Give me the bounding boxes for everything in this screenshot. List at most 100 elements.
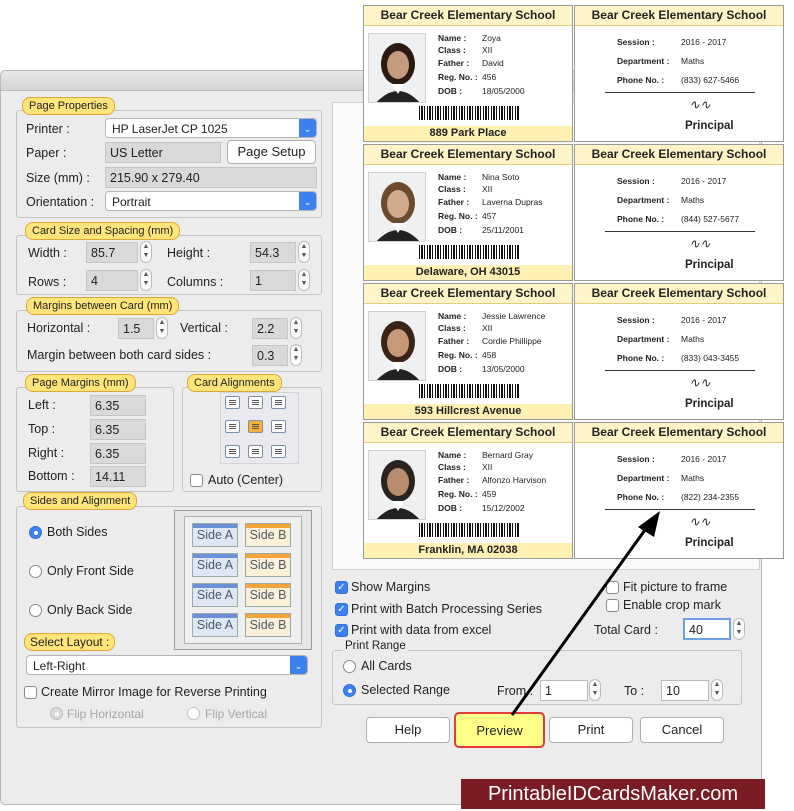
card-field-label: Phone No. : xyxy=(617,75,665,85)
card-alignments-title: Card Alignments xyxy=(187,374,282,392)
top-margin-field[interactable]: 6.35 xyxy=(90,419,146,440)
layout-select[interactable]: Left-Right ⌄ xyxy=(26,655,308,675)
card-field-value: Laverna Dupras xyxy=(482,197,543,207)
side-a-block: Side A xyxy=(192,613,238,637)
right-margin-label: Right : xyxy=(28,446,65,460)
bottom-margin-field[interactable]: 14.11 xyxy=(90,466,146,487)
both-sides-margin-stepper[interactable]: ▲ ▼ xyxy=(290,344,302,366)
vertical-label: Vertical : xyxy=(180,321,228,335)
card-field-value: XII xyxy=(482,45,493,55)
principal-label: Principal xyxy=(685,398,734,410)
id-card-back: Bear Creek Elementary School Session : 201… xyxy=(574,144,784,281)
card-field-value: 13/05/2000 xyxy=(482,364,525,374)
divider-line xyxy=(605,370,755,371)
student-photo-svg xyxy=(369,34,425,102)
mirror-image-checkbox[interactable] xyxy=(24,686,37,699)
divider-line xyxy=(605,92,755,93)
card-field-label: Phone No. : xyxy=(617,353,665,363)
card-school-name: Bear Creek Elementary School xyxy=(364,6,572,26)
page-margins-title: Page Margins (mm) xyxy=(25,374,136,392)
auto-center-checkbox[interactable] xyxy=(190,474,203,487)
card-address: Delaware, OH 43015 xyxy=(364,265,572,280)
card-field-value: (822) 234-2355 xyxy=(681,492,740,502)
paper-field: US Letter xyxy=(105,142,221,163)
align-top-center-icon[interactable] xyxy=(248,396,263,409)
card-field-label: Reg. No. : xyxy=(438,489,478,499)
card-school-name: Bear Creek Elementary School xyxy=(364,284,572,304)
card-field-label: Session : xyxy=(617,37,655,47)
card-school-name: Bear Creek Elementary School xyxy=(364,423,572,443)
help-button[interactable]: Help xyxy=(366,717,450,743)
all-cards-label: All Cards xyxy=(361,659,412,673)
card-field-value: XII xyxy=(482,462,493,472)
card-address: 593 Hillcrest Avenue xyxy=(364,404,572,419)
card-field-value: 18/05/2000 xyxy=(482,86,525,96)
width-label: Width : xyxy=(28,246,67,260)
rows-field[interactable]: 4 xyxy=(86,270,138,291)
horizontal-stepper[interactable]: ▲ ▼ xyxy=(156,317,168,339)
align-bottom-right-icon[interactable] xyxy=(271,445,286,458)
side-b-block: Side B xyxy=(245,523,291,547)
total-card-field[interactable]: 40 xyxy=(683,618,731,640)
front-side-radio[interactable] xyxy=(29,565,42,578)
batch-series-checkbox[interactable]: ✓ xyxy=(335,603,348,616)
width-field[interactable]: 85.7 xyxy=(86,242,138,263)
card-field-value: David xyxy=(482,58,504,68)
card-field-value: XII xyxy=(482,323,493,333)
card-field-label: Phone No. : xyxy=(617,492,665,502)
align-bottom-center-icon[interactable] xyxy=(248,445,263,458)
align-middle-right-icon[interactable] xyxy=(271,420,286,433)
bottom-margin-label: Bottom : xyxy=(28,469,75,483)
align-top-right-icon[interactable] xyxy=(271,396,286,409)
chevron-down-icon: ⌄ xyxy=(290,656,307,674)
back-side-radio[interactable] xyxy=(29,604,42,617)
align-bottom-left-icon[interactable] xyxy=(225,445,240,458)
total-card-stepper[interactable]: ▲ ▼ xyxy=(733,618,745,640)
barcode xyxy=(419,384,519,398)
back-side-label: Only Back Side xyxy=(47,603,133,617)
left-margin-label: Left : xyxy=(28,398,56,412)
card-field-label: Name : xyxy=(438,33,467,43)
data-excel-checkbox[interactable]: ✓ xyxy=(335,624,348,637)
height-stepper[interactable]: ▲ ▼ xyxy=(298,241,310,263)
orientation-label: Orientation : xyxy=(26,195,95,209)
front-side-label: Only Front Side xyxy=(47,564,134,578)
left-margin-field[interactable]: 6.35 xyxy=(90,395,146,416)
orientation-select[interactable]: Portrait ⌄ xyxy=(105,191,317,211)
card-field-value: 459 xyxy=(482,489,497,499)
to-stepper[interactable]: ▲ ▼ xyxy=(711,679,723,701)
align-top-left-icon[interactable] xyxy=(225,396,240,409)
columns-field[interactable]: 1 xyxy=(250,270,296,291)
card-field-label: Class : xyxy=(438,462,466,472)
printer-select[interactable]: HP LaserJet CP 1025 ⌄ xyxy=(105,118,317,138)
horizontal-field[interactable]: 1.5 xyxy=(118,318,154,339)
vertical-stepper[interactable]: ▲ ▼ xyxy=(290,317,302,339)
card-field-value: Maths xyxy=(681,195,705,205)
both-sides-radio[interactable] xyxy=(29,526,42,539)
rows-stepper[interactable]: ▲ ▼ xyxy=(140,269,152,291)
height-field[interactable]: 54.3 xyxy=(250,242,296,263)
width-stepper[interactable]: ▲ ▼ xyxy=(140,241,152,263)
card-field-label: Name : xyxy=(438,172,467,182)
right-margin-field[interactable]: 6.35 xyxy=(90,443,146,464)
show-margins-checkbox[interactable]: ✓ xyxy=(335,581,348,594)
card-school-name: Bear Creek Elementary School xyxy=(364,145,572,165)
all-cards-radio[interactable] xyxy=(343,660,356,673)
columns-stepper[interactable]: ▲ ▼ xyxy=(298,269,310,291)
page-setup-button[interactable]: Page Setup xyxy=(227,140,316,164)
align-middle-left-icon[interactable] xyxy=(225,420,240,433)
align-center-icon[interactable] xyxy=(248,420,263,433)
both-sides-margin-field[interactable]: 0.3 xyxy=(252,345,288,366)
card-field-label: Father : xyxy=(438,336,470,346)
select-layout-label: Select Layout : xyxy=(24,633,116,651)
divider-line xyxy=(605,231,755,232)
card-field-label: Class : xyxy=(438,45,466,55)
id-card-back: Bear Creek Elementary School Session : 201… xyxy=(574,5,784,142)
card-field-label: Reg. No. : xyxy=(438,211,478,221)
flip-horizontal-radio[interactable] xyxy=(50,707,63,720)
flip-vertical-radio[interactable] xyxy=(187,707,200,720)
selected-range-radio[interactable] xyxy=(343,684,356,697)
vertical-field[interactable]: 2.2 xyxy=(252,318,288,339)
card-size-title: Card Size and Spacing (mm) xyxy=(25,222,181,240)
size-label: Size (mm) : xyxy=(26,171,90,185)
